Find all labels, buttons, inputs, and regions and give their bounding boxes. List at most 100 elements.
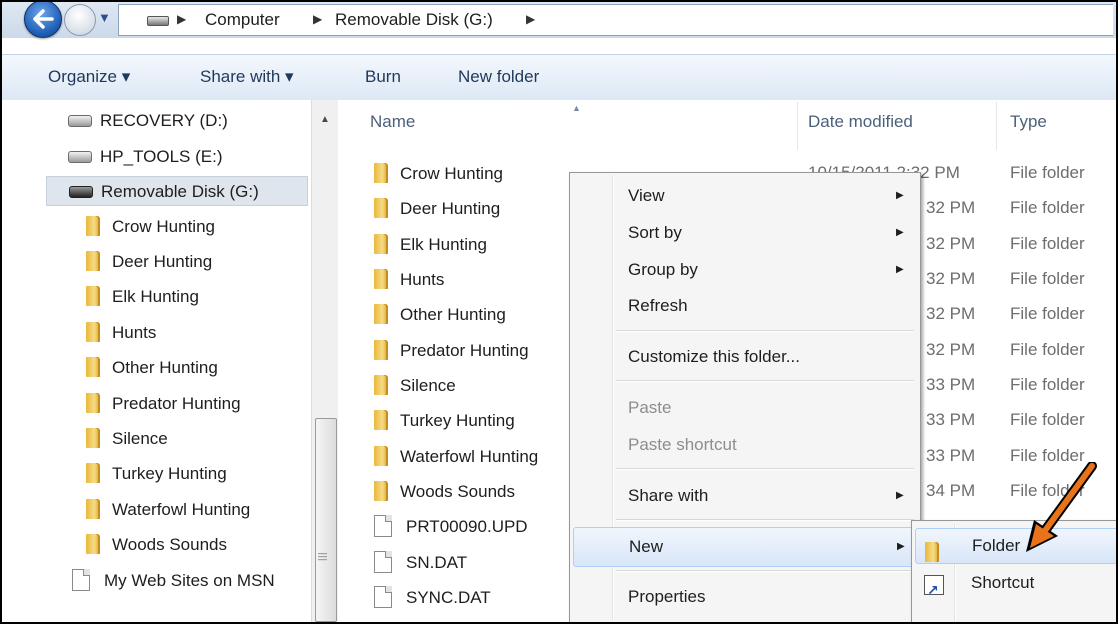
file-name: Deer Hunting xyxy=(400,199,501,218)
address-field[interactable]: ▶ Computer ▶ Removable Disk (G:) ▶ xyxy=(118,4,1113,36)
scrollbar-thumb[interactable] xyxy=(315,418,337,622)
nav-folder[interactable]: Silence xyxy=(86,424,168,454)
nav-folder[interactable]: Turkey Hunting xyxy=(86,459,227,489)
navigation-pane: RECOVERY (D:) HP_TOOLS (E:) Removable Di… xyxy=(2,100,338,622)
menu-item-share-with[interactable]: Share with ▶ xyxy=(573,480,917,512)
breadcrumb-computer[interactable]: Computer xyxy=(205,10,280,30)
nav-my-web-sites[interactable]: My Web Sites on MSN xyxy=(72,566,275,596)
date-cell: 32 PM xyxy=(926,198,976,217)
column-divider[interactable] xyxy=(797,102,798,150)
menu-item-customize[interactable]: Customize this folder... xyxy=(573,341,917,373)
nav-item-label: Other Hunting xyxy=(112,358,218,377)
drive-icon xyxy=(68,114,92,127)
folder-icon xyxy=(86,462,100,483)
file-name: Silence xyxy=(400,376,456,395)
scroll-up-icon[interactable]: ▲ xyxy=(320,114,330,125)
folder-icon xyxy=(374,374,388,395)
nav-folder[interactable]: Predator Hunting xyxy=(86,389,241,419)
menu-separator xyxy=(616,468,914,470)
nav-item-label: Deer Hunting xyxy=(112,252,213,271)
forward-button[interactable] xyxy=(64,4,96,36)
menu-item-group-by[interactable]: Group by ▶ xyxy=(573,254,917,286)
file-row[interactable]: Crow Hunting xyxy=(374,159,503,189)
file-row[interactable]: SYNC.DAT xyxy=(374,583,491,613)
nav-drive-recovery[interactable]: RECOVERY (D:) xyxy=(68,106,228,136)
file-row[interactable]: PRT00090.UPD xyxy=(374,512,528,542)
nav-folder[interactable]: Other Hunting xyxy=(86,353,218,383)
nav-item-label: RECOVERY (D:) xyxy=(100,111,228,130)
nav-folder[interactable]: Elk Hunting xyxy=(86,282,199,312)
file-row[interactable]: Hunts xyxy=(374,265,444,295)
file-row[interactable]: Other Hunting xyxy=(374,300,506,330)
file-row[interactable]: Elk Hunting xyxy=(374,230,487,260)
file-row[interactable]: Woods Sounds xyxy=(374,477,515,507)
type-cell: File folder xyxy=(1010,410,1085,429)
menu-label: Group by xyxy=(628,260,698,279)
chevron-right-icon[interactable]: ▶ xyxy=(526,12,535,26)
usb-drive-icon xyxy=(69,185,93,198)
column-divider[interactable] xyxy=(996,102,997,150)
nav-drive-hp-tools[interactable]: HP_TOOLS (E:) xyxy=(68,142,223,172)
submenu-item-shortcut[interactable]: Shortcut xyxy=(915,566,1116,607)
nav-item-label: My Web Sites on MSN xyxy=(104,571,275,590)
nav-folder[interactable]: Deer Hunting xyxy=(86,247,212,277)
nav-scrollbar[interactable]: ▲ — — — xyxy=(311,100,339,622)
file-name: Other Hunting xyxy=(400,305,506,324)
back-button[interactable] xyxy=(24,2,62,38)
folder-icon xyxy=(374,445,388,466)
menu-separator xyxy=(616,380,914,382)
nav-folder[interactable]: Hunts xyxy=(86,318,156,348)
file-row[interactable]: Waterfowl Hunting xyxy=(374,442,538,472)
nav-item-label: Silence xyxy=(112,429,168,448)
menu-label: Properties xyxy=(628,587,706,606)
organize-button[interactable]: Organize ▾ xyxy=(48,67,130,87)
file-name: PRT00090.UPD xyxy=(406,517,528,536)
folder-icon xyxy=(86,356,100,377)
drive-icon xyxy=(147,16,169,26)
nav-drive-removable-disk[interactable]: Removable Disk (G:) xyxy=(46,176,308,206)
nav-folder[interactable]: Woods Sounds xyxy=(86,530,227,560)
new-folder-button[interactable]: New folder xyxy=(458,67,539,87)
nav-item-label: Crow Hunting xyxy=(112,217,215,236)
type-cell: File folder xyxy=(1010,163,1085,182)
menu-item-sort-by[interactable]: Sort by ▶ xyxy=(573,217,917,249)
address-bar: ▼ ▶ Computer ▶ Removable Disk (G:) ▶ xyxy=(2,2,1116,38)
nav-folder[interactable]: Waterfowl Hunting xyxy=(86,495,250,525)
menu-item-properties[interactable]: Properties xyxy=(573,581,917,613)
chevron-right-icon[interactable]: ▶ xyxy=(177,12,186,26)
folder-icon xyxy=(374,233,388,254)
file-row[interactable]: SN.DAT xyxy=(374,548,467,578)
menu-label: Folder xyxy=(972,536,1021,555)
share-with-button[interactable]: Share with ▾ xyxy=(200,67,294,87)
date-cell: 32 PM xyxy=(926,234,976,253)
breadcrumb-removable-disk[interactable]: Removable Disk (G:) xyxy=(335,10,493,30)
web-page-icon xyxy=(72,568,90,591)
file-row[interactable]: Predator Hunting xyxy=(374,336,529,366)
folder-icon xyxy=(86,321,100,342)
column-header-type[interactable]: Type xyxy=(1010,112,1047,132)
command-bar: Organize ▾ Share with ▾ Burn New folder xyxy=(2,54,1116,102)
column-header-name[interactable]: Name xyxy=(370,112,415,132)
drive-icon xyxy=(68,150,92,163)
menu-item-view[interactable]: View ▶ xyxy=(573,180,917,212)
menu-item-paste-shortcut[interactable]: Paste shortcut xyxy=(573,429,917,461)
burn-button[interactable]: Burn xyxy=(365,67,401,87)
recent-pages-dropdown-icon[interactable]: ▼ xyxy=(98,10,111,25)
file-row[interactable]: Silence xyxy=(374,371,456,401)
menu-item-refresh[interactable]: Refresh xyxy=(573,290,917,322)
file-name: Crow Hunting xyxy=(400,164,503,183)
file-row[interactable]: Deer Hunting xyxy=(374,194,500,224)
column-header-date[interactable]: Date modified xyxy=(808,112,913,132)
chevron-right-icon[interactable]: ▶ xyxy=(313,12,322,26)
submenu-arrow-icon: ▶ xyxy=(896,227,904,238)
nav-folder[interactable]: Crow Hunting xyxy=(86,212,215,242)
back-arrow-icon xyxy=(33,9,54,29)
file-name: Turkey Hunting xyxy=(400,411,515,430)
file-icon xyxy=(374,550,392,573)
menu-item-new[interactable]: New ▶ xyxy=(573,527,919,567)
menu-item-paste[interactable]: Paste xyxy=(573,392,917,424)
menu-label: Share with xyxy=(628,486,709,505)
context-menu: View ▶ Sort by ▶ Group by ▶ Refresh Customi… xyxy=(569,172,921,622)
file-row[interactable]: Turkey Hunting xyxy=(374,406,515,436)
folder-icon xyxy=(86,498,100,519)
